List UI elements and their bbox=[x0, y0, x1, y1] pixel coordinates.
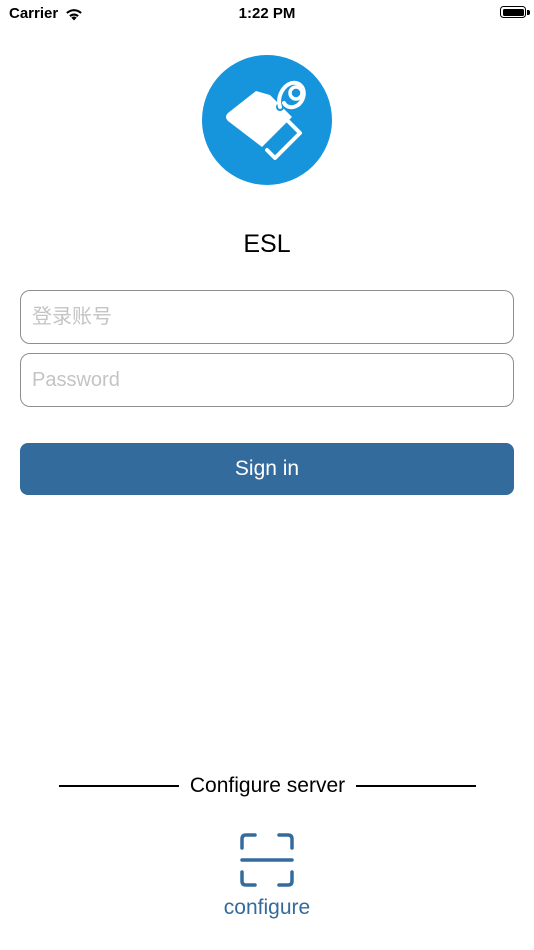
scan-frame-icon bbox=[240, 833, 294, 887]
configure-label: configure bbox=[223, 896, 311, 919]
configure-server-divider: Configure server bbox=[59, 772, 477, 800]
battery-level bbox=[502, 8, 524, 16]
sign-in-button[interactable]: Sign in bbox=[20, 443, 514, 495]
divider-line-left bbox=[59, 785, 179, 787]
configure-server-label: Configure server bbox=[189, 774, 346, 797]
status-time: 1:22 PM bbox=[238, 5, 296, 22]
password-input[interactable] bbox=[20, 353, 514, 407]
battery-icon bbox=[500, 6, 530, 18]
divider-line-right bbox=[356, 785, 477, 787]
configure-button[interactable]: configure bbox=[207, 830, 327, 925]
account-input[interactable] bbox=[20, 290, 514, 344]
app-logo bbox=[202, 55, 332, 185]
app-title: ESL bbox=[243, 230, 291, 258]
status-bar: Carrier 1:22 PM bbox=[0, 0, 534, 28]
battery-tip bbox=[527, 10, 530, 15]
price-tag-icon bbox=[226, 80, 306, 160]
